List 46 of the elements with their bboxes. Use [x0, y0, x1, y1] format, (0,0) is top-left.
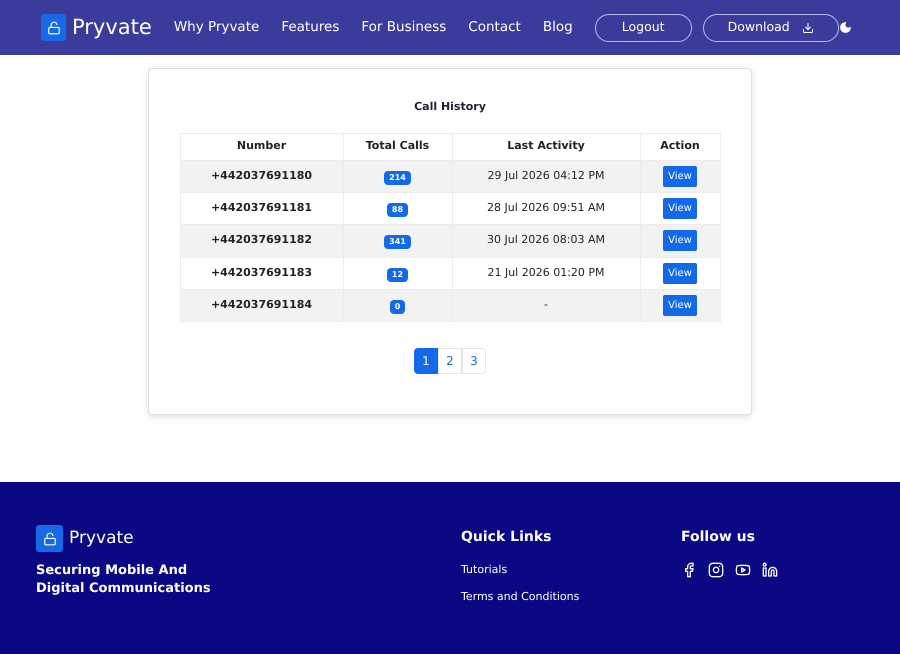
- footer-link[interactable]: Tutorials: [461, 562, 681, 578]
- call-count-badge: 12: [386, 268, 408, 282]
- view-button[interactable]: View: [663, 295, 697, 316]
- view-button[interactable]: View: [663, 198, 697, 220]
- tagline: Securing Mobile And: [36, 562, 188, 580]
- download-button[interactable]: Download: [702, 14, 839, 42]
- phone-number: +442037691182: [180, 224, 343, 258]
- lock-icon: [41, 14, 66, 41]
- page-button[interactable]: 1: [414, 348, 438, 374]
- nav-link[interactable]: Why Pryvate: [174, 17, 260, 38]
- nav-link[interactable]: For Business: [361, 17, 446, 38]
- phone-number: +442037691184: [180, 290, 343, 322]
- view-button[interactable]: View: [663, 262, 697, 284]
- column-header: Number: [180, 133, 343, 160]
- call-count-badge: 214: [384, 170, 411, 184]
- instagram-icon[interactable]: [708, 562, 724, 578]
- page-button[interactable]: 3: [462, 348, 486, 374]
- nav-link[interactable]: Contact: [468, 17, 521, 38]
- column-header: Action: [640, 133, 720, 160]
- column-header: Last Activity: [452, 133, 640, 160]
- tagline: Digital Communications: [36, 580, 212, 598]
- youtube-icon[interactable]: [735, 562, 751, 578]
- linkedin-icon[interactable]: [762, 562, 778, 578]
- last-activity: -: [452, 290, 640, 322]
- download-icon: [802, 22, 814, 34]
- call-count-badge: 0: [390, 300, 406, 314]
- view-button[interactable]: View: [663, 230, 697, 252]
- brand-name[interactable]: Pryvate: [72, 12, 152, 44]
- footer-brand: Pryvate: [69, 526, 134, 550]
- follow-title: Follow us: [681, 528, 756, 547]
- page-button[interactable]: 2: [438, 348, 462, 374]
- card-title: Call History: [414, 99, 486, 115]
- call-count-badge: 88: [386, 202, 408, 217]
- lock-icon: [36, 525, 63, 552]
- quick-links-title: Quick Links: [461, 528, 552, 547]
- theme-toggle-icon[interactable]: [839, 21, 852, 34]
- last-activity: 29 Jul 2026 04:12 PM: [452, 160, 640, 192]
- nav-link[interactable]: Features: [281, 17, 340, 38]
- call-count-badge: 341: [384, 235, 411, 250]
- view-button[interactable]: View: [663, 166, 697, 187]
- column-header: Total Calls: [343, 133, 452, 160]
- phone-number: +442037691180: [180, 160, 343, 192]
- nav-link[interactable]: Blog: [542, 17, 573, 38]
- last-activity: 30 Jul 2026 08:03 AM: [452, 224, 640, 258]
- footer-link[interactable]: Terms and Conditions: [461, 588, 681, 605]
- logout-button[interactable]: Logout: [594, 14, 692, 42]
